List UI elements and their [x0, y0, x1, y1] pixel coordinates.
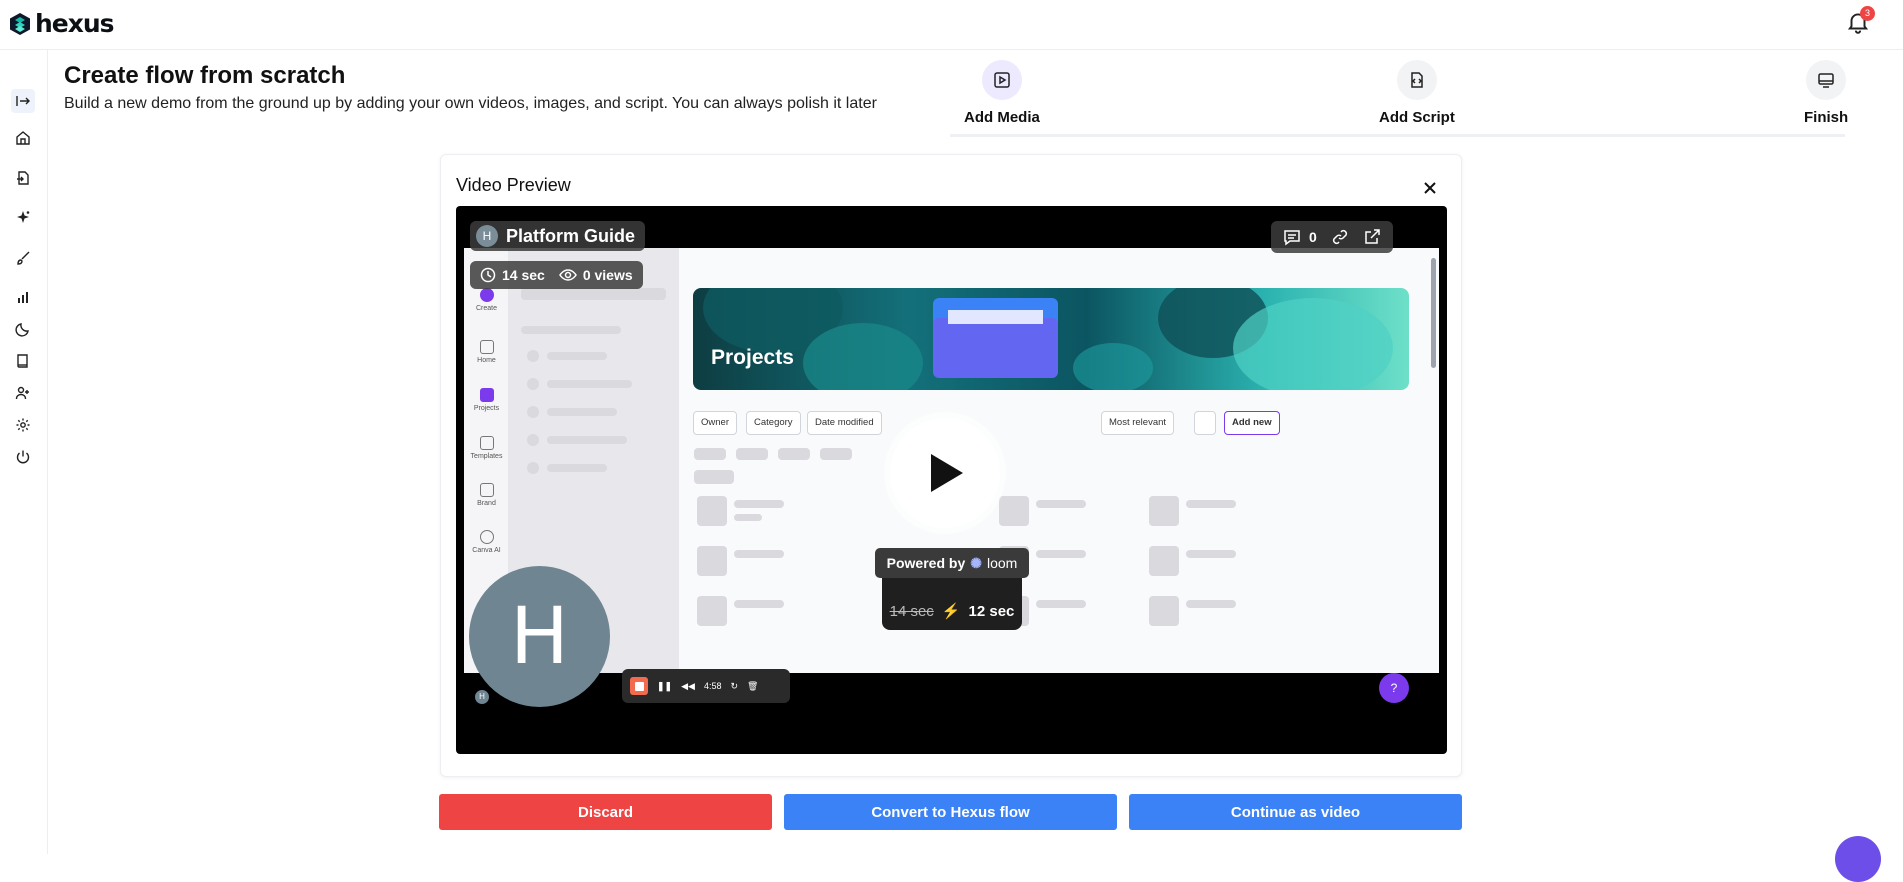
recording-controls: ❚❚ ◀◀ 4:58 ↻ 🗑 — [622, 669, 790, 703]
pause-icon[interactable]: ❚❚ — [657, 681, 672, 692]
presenter-camera-bubble: H — [469, 566, 610, 707]
recorded-nav-projects: Projects — [466, 388, 507, 412]
list-view-icon — [1194, 411, 1216, 435]
recorded-main: Projects Owner Category Date modified Mo… — [679, 248, 1439, 673]
add-user-icon[interactable] — [13, 383, 33, 403]
convert-to-flow-button[interactable]: Convert to Hexus flow — [784, 794, 1117, 830]
video-title-chip: H Platform Guide — [470, 221, 646, 251]
filter-category: Category — [746, 411, 801, 435]
play-icon — [931, 454, 963, 492]
ai-sparkle-icon[interactable] — [13, 208, 33, 228]
play-square-icon — [981, 60, 1022, 100]
notification-badge: 3 — [1860, 6, 1875, 21]
hexus-logo[interactable]: hexus — [8, 9, 115, 38]
help-button[interactable]: ? — [1379, 673, 1409, 703]
comment-icon[interactable] — [1283, 228, 1301, 246]
loom-logo-icon: ✺ — [970, 554, 982, 571]
speed-old: 14 sec — [889, 603, 934, 620]
step-label: Finish — [1804, 109, 1849, 126]
stop-record-icon[interactable] — [630, 677, 648, 695]
analytics-icon[interactable] — [13, 287, 33, 307]
step-progress-line — [950, 134, 1845, 137]
step-label: Add Script — [1379, 109, 1455, 126]
external-link-icon[interactable] — [1363, 228, 1381, 246]
video-stats-chip: 14 sec 0 views — [470, 261, 643, 289]
projects-banner: Projects — [693, 288, 1409, 390]
link-icon[interactable] — [1331, 228, 1349, 246]
video-title: Platform Guide — [506, 225, 636, 246]
comment-count: 0 — [1309, 229, 1317, 245]
page-title: Create flow from scratch — [64, 62, 346, 89]
clock-icon — [480, 267, 496, 283]
step-add-media[interactable]: Add Media — [964, 60, 1040, 126]
eye-icon — [558, 269, 577, 281]
speed-badge: 14 sec ⚡ 12 sec — [882, 570, 1022, 630]
filter-date-modified: Date modified — [807, 411, 882, 435]
add-new-button: Add new — [1224, 411, 1280, 435]
restart-icon[interactable]: ↻ — [730, 681, 738, 692]
powered-by-loom[interactable]: Powered by ✺ loom — [875, 548, 1029, 578]
hexus-logo-icon — [10, 12, 30, 35]
script-icon — [1396, 60, 1437, 100]
trash-icon[interactable]: 🗑 — [747, 681, 758, 692]
recorded-nav-brand: Brand — [466, 483, 507, 507]
brush-icon[interactable] — [13, 248, 33, 268]
video-duration: 14 sec — [502, 267, 545, 283]
play-button[interactable] — [890, 418, 1000, 528]
card-title: Video Preview — [456, 175, 571, 195]
recorded-nav-home: Home — [466, 340, 507, 364]
settings-icon[interactable] — [13, 415, 33, 435]
page-subtitle: Build a new demo from the ground up by a… — [64, 95, 877, 112]
video-actions-chip: 0 — [1271, 221, 1393, 253]
video-player[interactable]: Create Home Projects Templates Brand Can… — [456, 206, 1447, 754]
brand-name: hexus — [35, 9, 115, 38]
sort-dropdown: Most relevant — [1101, 411, 1175, 435]
discard-button[interactable]: Discard — [439, 794, 772, 830]
presenter-small-avatar: H — [475, 690, 489, 704]
expand-sidebar-icon[interactable] — [11, 89, 35, 113]
rewind-icon[interactable]: ◀◀ — [681, 681, 695, 692]
chat-launcher-button[interactable] — [1835, 836, 1881, 882]
banner-title: Projects — [711, 346, 794, 369]
home-icon[interactable] — [13, 128, 33, 148]
recorded-nav-canva-ai: Canva AI — [466, 530, 507, 554]
record-time: 4:58 — [703, 681, 722, 691]
video-preview-card: Video Preview Create Home Projects Templ… — [440, 154, 1462, 777]
lightning-icon: ⚡ — [941, 603, 961, 620]
step-add-script[interactable]: Add Script — [1379, 60, 1455, 126]
document-import-icon[interactable] — [13, 168, 33, 188]
continue-as-video-button[interactable]: Continue as video — [1129, 794, 1462, 830]
loom-brand: loom — [986, 555, 1018, 571]
dark-mode-icon[interactable] — [13, 319, 33, 339]
top-bar: hexus 3 — [0, 0, 1903, 50]
filter-owner: Owner — [693, 411, 737, 435]
recorded-nav-create: Create — [466, 288, 507, 312]
powered-by-label: Powered by — [886, 555, 966, 571]
close-icon[interactable] — [1419, 177, 1441, 199]
video-views: 0 views — [582, 267, 633, 283]
speed-new: 12 sec — [968, 603, 1015, 620]
recorded-nav-templates: Templates — [466, 436, 507, 460]
video-owner-avatar: H — [476, 225, 498, 247]
sidebar — [0, 50, 48, 854]
monitor-icon — [1806, 60, 1847, 100]
book-icon[interactable] — [13, 351, 33, 371]
step-label: Add Media — [964, 109, 1040, 126]
step-finish[interactable]: Finish — [1804, 60, 1848, 126]
logout-power-icon[interactable] — [13, 447, 33, 467]
